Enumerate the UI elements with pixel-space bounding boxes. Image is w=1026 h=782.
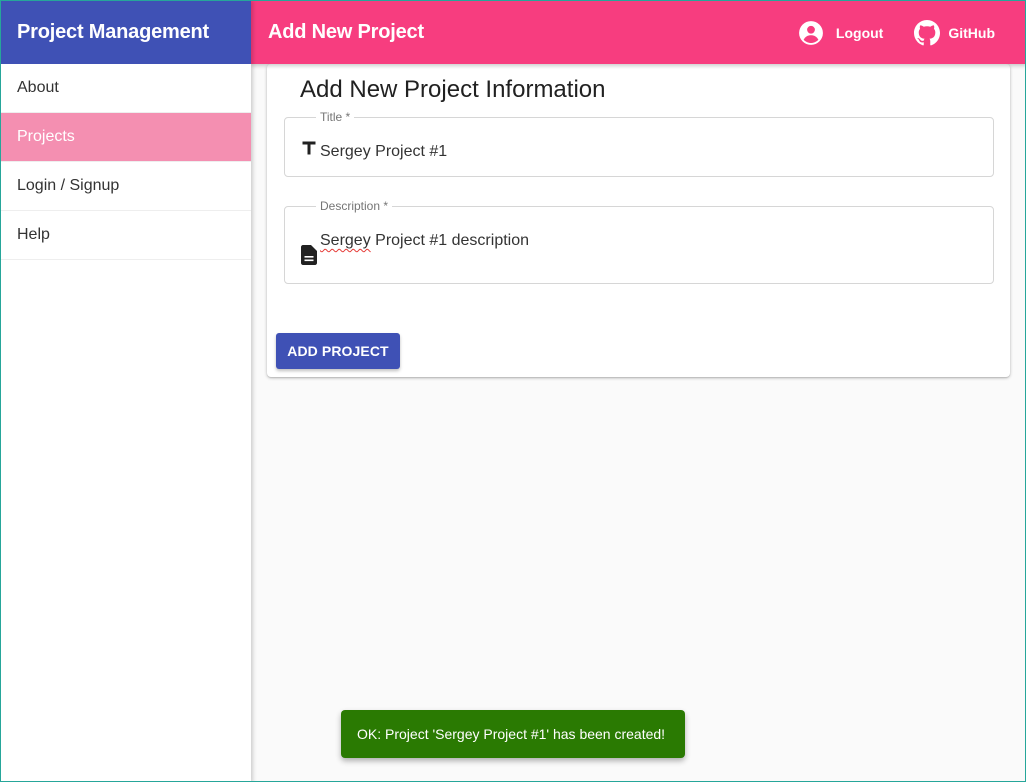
sidebar: Project Management About Projects Login … [1, 1, 251, 781]
logout-button[interactable]: Logout [798, 20, 883, 46]
add-project-button[interactable]: ADD PROJECT [276, 333, 400, 369]
sidebar-item-help[interactable]: Help [1, 211, 251, 260]
description-field-label: Description * [316, 199, 393, 213]
add-project-card: Add New Project Information Title * Serg… [267, 64, 1010, 377]
app-window: Project Management About Projects Login … [0, 0, 1026, 782]
text-title-icon [299, 138, 319, 158]
sidebar-item-about[interactable]: About [1, 64, 251, 113]
app-title: Project Management [1, 1, 251, 64]
spellcheck-word: Sergey [320, 232, 371, 249]
sidebar-item-projects[interactable]: Projects [1, 113, 251, 162]
form-heading: Add New Project Information [300, 76, 606, 103]
github-label: GitHub [948, 24, 995, 41]
logout-label: Logout [835, 24, 884, 41]
account-circle-icon [798, 20, 824, 46]
title-field[interactable]: Title * Sergey Project #1 [284, 110, 994, 177]
title-field-label: Title * [316, 110, 355, 124]
top-app-bar: Add New Project Logout GitHub [251, 1, 1025, 64]
description-input[interactable]: Sergey Project #1 description [320, 232, 529, 250]
page-title: Add New Project [268, 21, 424, 43]
description-field[interactable]: Description * Sergey Project #1 descript… [284, 199, 994, 284]
github-button[interactable]: GitHub [914, 19, 995, 46]
success-snackbar: OK: Project 'Sergey Project #1' has been… [341, 710, 685, 758]
description-text: Project #1 description [370, 232, 530, 249]
github-icon [914, 19, 941, 46]
title-input[interactable]: Sergey Project #1 [320, 143, 447, 161]
document-icon [299, 245, 319, 265]
sidebar-item-login-signup[interactable]: Login / Signup [1, 162, 251, 211]
